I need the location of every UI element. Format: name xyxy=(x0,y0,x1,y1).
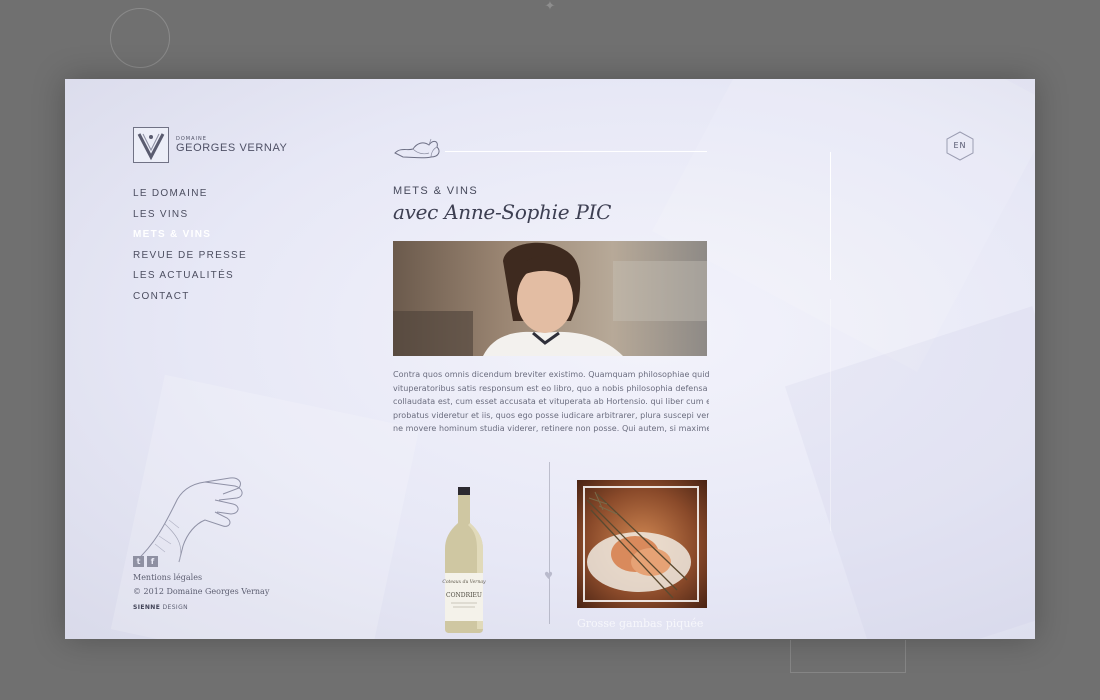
products-divider xyxy=(549,462,550,624)
copyright-text: © 2012 Domaine Georges Vernay xyxy=(133,587,270,596)
credit-suffix: DESIGN xyxy=(160,604,189,611)
dish-image[interactable] xyxy=(577,480,707,608)
brand-logo[interactable]: DOMAINE GEORGES VERNAY xyxy=(133,127,288,163)
nav-item-revue-de-presse[interactable]: REVUE DE PRESSE xyxy=(133,249,247,270)
language-label: EN xyxy=(953,141,967,150)
article-line: probatus videretur et iis, quos ego poss… xyxy=(393,410,709,420)
logo-monogram-icon xyxy=(133,127,169,163)
nav-item-mets-vins[interactable]: METS & VINS xyxy=(133,228,247,249)
social-links: t f xyxy=(133,556,158,567)
chef-portrait-image xyxy=(393,241,707,356)
facebook-icon[interactable]: f xyxy=(147,556,158,567)
background-frame-decoration xyxy=(790,640,906,673)
nav-item-les-actualites[interactable]: LES ACTUALITÉS xyxy=(133,269,247,290)
twitter-icon[interactable]: t xyxy=(133,556,144,567)
bottle-label-main: CONDRIEU xyxy=(446,592,482,599)
article-line: Contra quos omnis dicendum breviter exis… xyxy=(393,370,709,379)
vertical-divider-faint xyxy=(830,299,831,531)
page-title: avec Anne-Sophie PIC xyxy=(393,200,612,224)
credit-brand: SIENNE xyxy=(133,604,161,611)
facet-decoration xyxy=(785,306,1035,639)
nav-item-le-domaine[interactable]: LE DOMAINE xyxy=(133,187,247,208)
main-nav: LE DOMAINE LES VINS METS & VINS REVUE DE… xyxy=(133,187,247,310)
bottle-label-top: Coteaux du Vernay xyxy=(442,579,486,585)
top-divider xyxy=(445,151,707,152)
background-fleur-icon: ✦ xyxy=(544,0,556,14)
language-switch[interactable]: EN xyxy=(945,131,975,161)
logo-text: DOMAINE GEORGES VERNAY xyxy=(176,136,288,155)
article-body: Contra quos omnis dicendum breviter exis… xyxy=(393,368,709,440)
background-circle-decoration xyxy=(110,8,170,68)
wine-bottle-image[interactable]: Coteaux du Vernay CONDRIEU xyxy=(441,487,487,633)
dish-frame xyxy=(583,486,699,602)
vertical-divider xyxy=(830,152,831,280)
main-panel: DOMAINE GEORGES VERNAY LE DOMAINE LES VI… xyxy=(65,79,1035,639)
garlic-illustration-icon xyxy=(394,138,440,159)
design-credit[interactable]: SIENNE DESIGN xyxy=(133,604,188,611)
hand-illustration xyxy=(135,477,243,563)
logo-name: GEORGES VERNAY xyxy=(176,141,288,154)
nav-item-contact[interactable]: CONTACT xyxy=(133,290,247,311)
article-line: collaudata est, cum esset accusata et vi… xyxy=(393,397,709,407)
heart-icon: ♥ xyxy=(544,571,553,582)
legal-link[interactable]: Mentions légales xyxy=(133,573,202,582)
article-line: ne movere hominum studia viderer, retine… xyxy=(393,424,709,434)
nav-item-les-vins[interactable]: LES VINS xyxy=(133,208,247,229)
dish-caption: Grosse gambas piquée xyxy=(577,617,704,630)
section-tag: METS & VINS xyxy=(393,185,479,197)
article-line: vituperatoribus satis responsum est eo l… xyxy=(393,383,709,393)
